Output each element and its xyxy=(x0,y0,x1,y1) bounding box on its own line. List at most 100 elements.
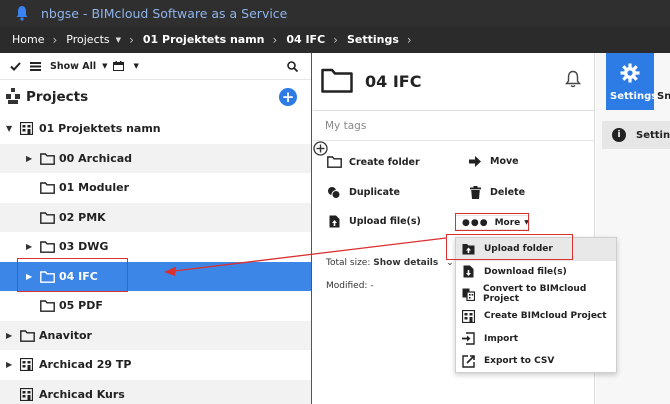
show-details-link[interactable]: Show details xyxy=(373,258,438,268)
tree-item-label: Archicad 29 TP xyxy=(39,358,132,372)
checkmark-icon[interactable] xyxy=(10,61,21,71)
calendar-icon[interactable] xyxy=(113,61,125,71)
caret-right-icon[interactable]: ▶ xyxy=(6,331,12,340)
show-all-filter[interactable]: Show All xyxy=(50,61,96,72)
tree-item[interactable]: 01 Moduler xyxy=(0,173,311,203)
upload-file-icon xyxy=(325,215,343,228)
import-icon xyxy=(461,332,476,346)
tree-item[interactable]: ▶ Archicad 29 TP xyxy=(0,350,311,380)
projects-header: Projects xyxy=(0,80,311,114)
chevron-right-icon: › xyxy=(52,32,58,47)
add-project-button[interactable]: + xyxy=(279,88,297,106)
modified-info: Modified: - xyxy=(326,281,374,291)
tree-item-label: 01 Projektets namn xyxy=(39,122,161,136)
caret-right-icon[interactable]: ▶ xyxy=(26,242,32,251)
caret-down-icon[interactable]: ▼ xyxy=(102,62,107,70)
caret-down-icon[interactable]: ▼ xyxy=(6,124,12,133)
building-icon xyxy=(19,357,34,374)
building-icon xyxy=(19,121,34,138)
folder-large-icon xyxy=(321,67,353,96)
next-tab-label[interactable]: Sn xyxy=(657,91,670,102)
caret-down-icon[interactable]: ▼ xyxy=(133,62,138,70)
annotation-highlight-more xyxy=(455,213,529,231)
menu-item[interactable]: Convert to BIMcloud Project xyxy=(456,283,616,306)
breadcrumb-projects[interactable]: Projects xyxy=(66,33,109,46)
list-icon[interactable] xyxy=(30,61,41,71)
chevron-right-icon: › xyxy=(406,32,412,47)
upload-files-label: Upload file(s) xyxy=(349,216,421,227)
move-button[interactable]: Move xyxy=(466,156,519,167)
menu-item-label: Download file(s) xyxy=(484,266,567,277)
delete-label: Delete xyxy=(490,187,526,198)
folder-icon xyxy=(20,329,35,345)
menu-item[interactable]: Import xyxy=(456,328,616,351)
breadcrumb-folder[interactable]: 04 IFC xyxy=(286,33,325,46)
projects-title: Projects xyxy=(26,89,89,105)
info-icon: i xyxy=(612,128,626,142)
folder-title: 04 IFC xyxy=(365,72,422,91)
modified-label: Modified: xyxy=(326,281,368,291)
total-size: Total size: Show details ⌄ xyxy=(326,258,454,268)
create-folder-button[interactable]: Create folder xyxy=(325,156,420,168)
menu-item-label: Convert to BIMcloud Project xyxy=(483,284,587,305)
duplicate-button[interactable]: Duplicate xyxy=(325,186,400,199)
tree-item[interactable]: 02 PMK xyxy=(0,202,311,232)
menu-item-label: Import xyxy=(484,333,519,344)
breadcrumb-settings[interactable]: Settings xyxy=(347,33,399,46)
folder-icon xyxy=(40,300,55,315)
arrow-right-icon xyxy=(466,156,484,167)
folder-header: 04 IFC xyxy=(313,53,594,111)
duplicate-label: Duplicate xyxy=(349,187,400,198)
title-bar: nbgse - BIMcloud Software as a Service xyxy=(0,0,670,26)
breadcrumb-home[interactable]: Home xyxy=(12,33,44,46)
caret-down-icon[interactable]: ▼ xyxy=(116,36,121,44)
tree-item-label: Anavitor xyxy=(39,328,92,342)
folder-icon xyxy=(40,152,55,168)
annotation-highlight-upload xyxy=(446,234,573,260)
tree-item-label: 01 Moduler xyxy=(59,181,130,195)
chevron-right-icon: › xyxy=(129,32,134,47)
menu-item[interactable]: Create BIMcloud Project xyxy=(456,305,616,328)
tags-field[interactable]: My tags xyxy=(313,111,594,141)
upload-files-button[interactable]: Upload file(s) xyxy=(325,215,421,228)
projects-tree-icon xyxy=(6,87,20,107)
caret-right-icon[interactable]: ▶ xyxy=(26,154,32,163)
download-icon xyxy=(461,265,476,278)
setting-info-row[interactable]: i Setting xyxy=(602,121,670,149)
gear-icon xyxy=(620,63,640,83)
bell-icon[interactable] xyxy=(565,70,581,91)
search-icon[interactable] xyxy=(287,61,299,75)
folder-icon xyxy=(40,211,55,227)
duplicate-icon xyxy=(325,186,343,199)
building-icon xyxy=(461,309,476,323)
tree-item-label: 02 PMK xyxy=(59,210,106,224)
modified-value: - xyxy=(370,281,374,291)
tree-item[interactable]: 05 PDF xyxy=(0,291,311,321)
tree-item[interactable]: ▶ Anavitor xyxy=(0,320,311,350)
tree-item[interactable]: ▶ 00 Archicad xyxy=(0,143,311,173)
annotation-highlight-selected xyxy=(17,258,128,292)
move-label: Move xyxy=(490,156,519,167)
building-icon xyxy=(19,387,34,404)
tree-item-label: 05 PDF xyxy=(59,299,103,313)
menu-item[interactable]: Download file(s) xyxy=(456,260,616,283)
folder-icon xyxy=(40,182,55,197)
settings-tab[interactable]: Settings xyxy=(606,53,658,110)
tree-item-label: Archicad Kurs xyxy=(39,387,125,401)
menu-item[interactable]: Export to CSV xyxy=(456,350,616,373)
tree-item-label: 00 Archicad xyxy=(59,151,133,165)
tree-toolbar: Show All ▼ ▼ xyxy=(0,53,311,80)
setting-row-label: Setting xyxy=(636,129,670,141)
tree-item[interactable]: ▼ 01 Projektets namn xyxy=(0,114,311,144)
breadcrumb-project[interactable]: 01 Projektets namn xyxy=(143,33,265,46)
chevron-right-icon: › xyxy=(333,32,338,47)
settings-tab-label: Settings xyxy=(610,91,658,102)
caret-right-icon[interactable]: ▶ xyxy=(6,360,12,369)
breadcrumb: Home › Projects ▼ › 01 Projektets namn ›… xyxy=(0,26,670,53)
delete-button[interactable]: Delete xyxy=(466,186,525,199)
app-title: nbgse - BIMcloud Software as a Service xyxy=(41,5,288,21)
bell-logo-icon xyxy=(16,6,28,21)
tree-item[interactable]: Archicad Kurs xyxy=(0,379,311,404)
menu-item-label: Create BIMcloud Project xyxy=(484,311,607,322)
project-tree-panel: Show All ▼ ▼ Projects + ▼ 01 Projektets n… xyxy=(0,53,312,404)
